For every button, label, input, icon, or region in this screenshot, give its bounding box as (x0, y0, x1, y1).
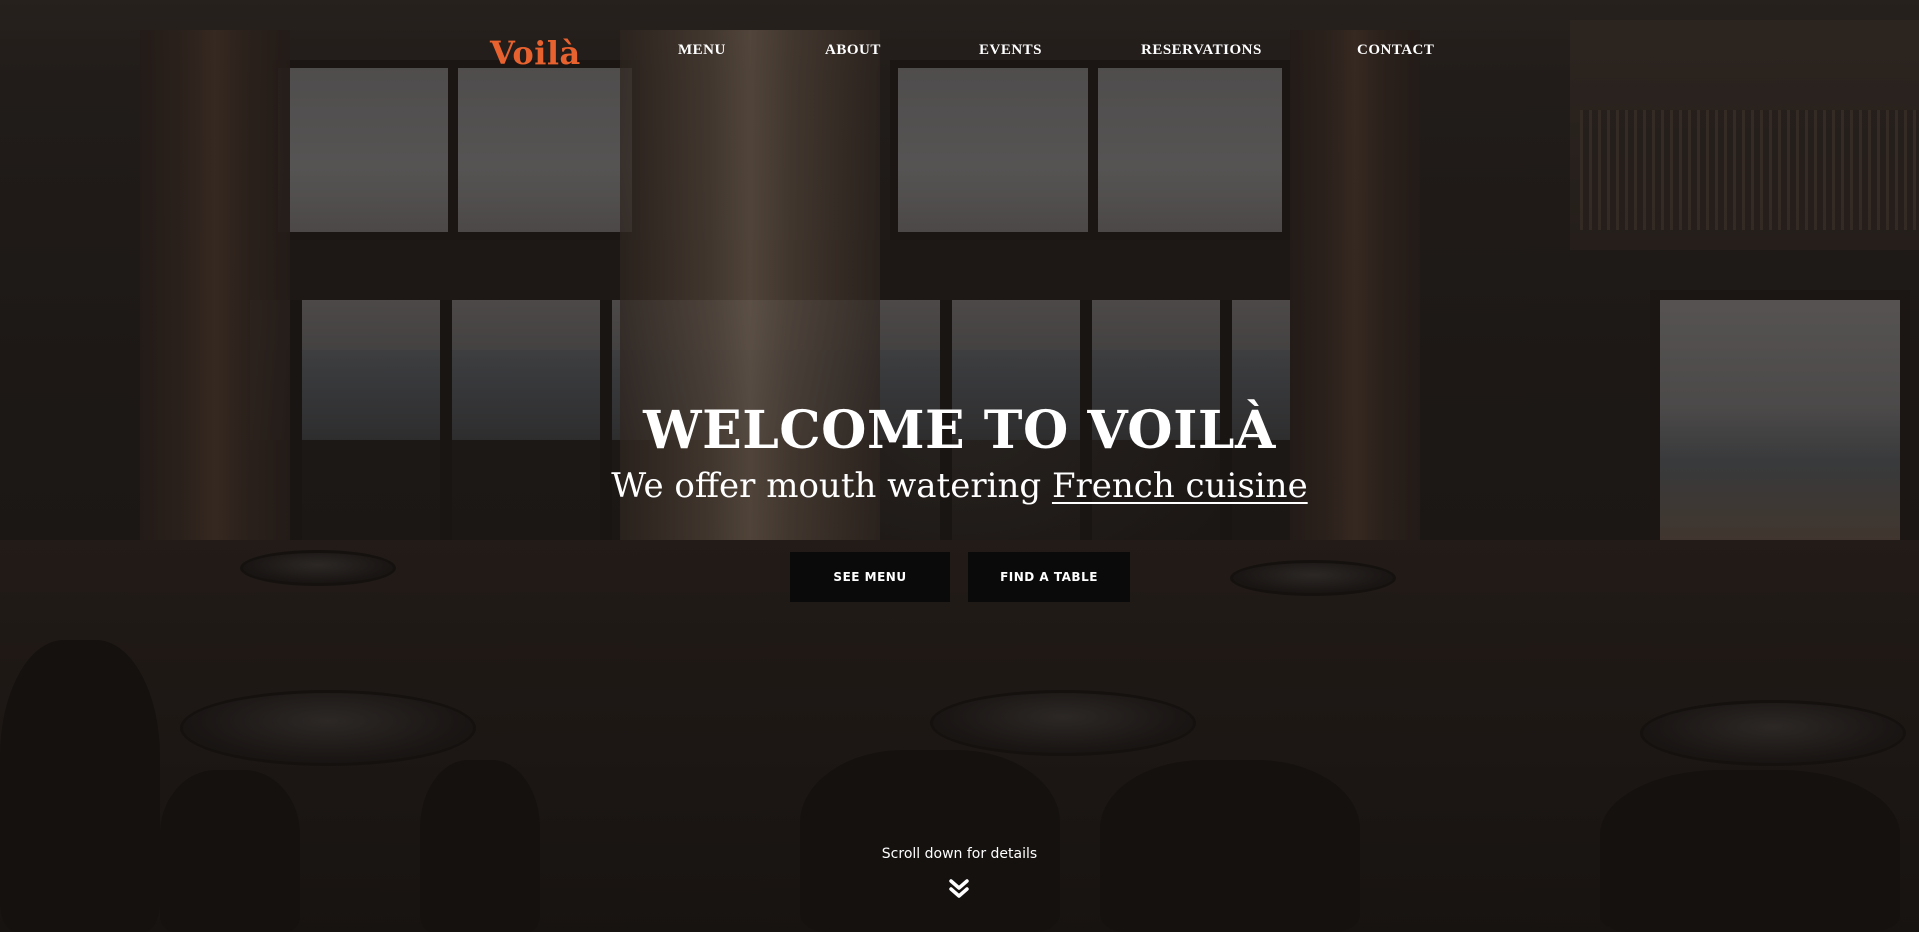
nav-item-reservations[interactable]: RESERVATIONS (1141, 42, 1262, 59)
nav-item-events[interactable]: EVENTS (979, 42, 1042, 59)
see-menu-button[interactable]: SEE MENU (790, 552, 950, 602)
hero-subtitle: We offer mouth watering French cuisine (0, 466, 1919, 506)
hero-subtitle-prefix: We offer mouth watering (611, 466, 1052, 506)
find-table-button[interactable]: FIND A TABLE (968, 552, 1130, 602)
top-navigation: Voilà MENU ABOUT EVENTS RESERVATIONS CON… (0, 34, 1919, 74)
double-chevron-down-icon[interactable] (946, 876, 972, 902)
hero-title: WELCOME TO VOILÀ (643, 400, 1276, 461)
scroll-hint: Scroll down for details (881, 846, 1038, 862)
nav-item-menu[interactable]: MENU (678, 42, 726, 59)
hero-subtitle-highlight-link[interactable]: French cuisine (1052, 466, 1308, 506)
hero-actions: SEE MENU FIND A TABLE (790, 552, 1130, 602)
nav-item-contact[interactable]: CONTACT (1357, 42, 1434, 59)
nav-item-about[interactable]: ABOUT (825, 42, 881, 59)
hero-section: Voilà MENU ABOUT EVENTS RESERVATIONS CON… (0, 0, 1919, 932)
brand-logo[interactable]: Voilà (490, 34, 581, 72)
